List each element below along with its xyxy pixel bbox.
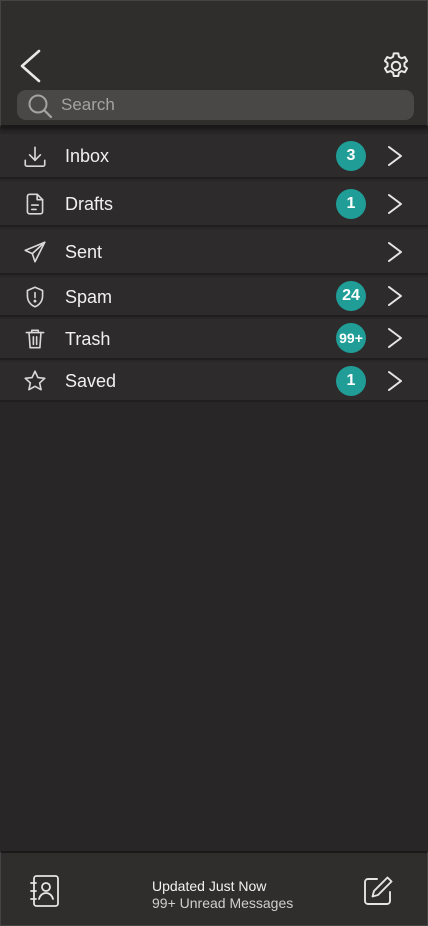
settings-button[interactable] [380,50,412,82]
trash-icon [25,329,45,349]
compose-icon [364,876,393,905]
folder-label: Spam [65,287,113,307]
folder-label: Saved [65,371,117,391]
folder-row-spam[interactable]: Spam 24 [0,277,428,317]
bottom-toolbar: Updated Just Now 99+ Unread Messages [0,851,428,926]
document-icon [26,193,44,215]
sync-status: Updated Just Now [152,878,267,894]
folder-label: Trash [65,329,111,349]
unread-badge: 1 [336,366,366,396]
unread-count: 99+ Unread Messages [152,895,294,911]
download-icon [24,146,46,168]
unread-badge: 3 [336,141,366,171]
star-icon [24,370,46,391]
back-button[interactable] [15,47,45,85]
compose-button[interactable] [360,873,396,909]
chevron-right-icon [388,242,402,262]
contacts-book-icon [30,875,59,907]
chevron-left-icon [20,49,41,83]
folder-row-trash[interactable]: Trash 99+ [0,319,428,360]
chevron-right-icon [388,286,402,306]
chevron-right-icon [388,328,402,348]
gear-icon [383,52,409,77]
folder-row-sent[interactable]: Sent [0,229,428,275]
folder-label: Sent [65,242,103,262]
folder-label: Inbox [65,146,110,166]
search-bar[interactable] [17,90,414,120]
chevron-right-icon [388,194,402,214]
chevron-right-icon [388,146,402,166]
folder-row-drafts[interactable]: Drafts 1 [0,181,428,227]
unread-badge: 24 [336,281,366,311]
unread-badge: 1 [336,189,366,219]
folder-row-saved[interactable]: Saved 1 [0,362,428,402]
top-header [0,0,428,127]
chevron-right-icon [388,371,402,391]
folder-row-inbox[interactable]: Inbox 3 [0,134,428,179]
folder-label: Drafts [65,194,114,214]
shield-icon [26,286,44,308]
unread-badge: 99+ [336,323,366,353]
send-icon [24,241,46,263]
search-input[interactable] [61,90,401,120]
search-icon [28,94,53,119]
contacts-button[interactable] [28,873,62,909]
